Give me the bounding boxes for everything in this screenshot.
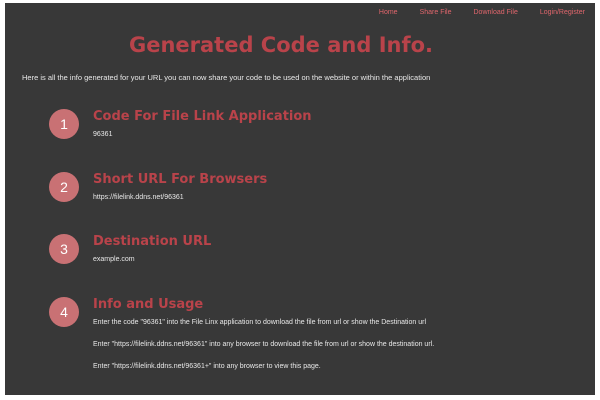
step-title: Code For File Link Application <box>93 109 312 124</box>
step-title: Info and Usage <box>93 297 204 312</box>
step-number-badge: 2 <box>49 172 79 202</box>
step-body: Info and Usage Enter the code "96361" in… <box>93 297 533 372</box>
top-nav: Home Share File Download File Login/Regi… <box>379 9 585 16</box>
usage-line-browser: Enter "https://filelink.ddns.net/96361" … <box>93 341 435 348</box>
step-body: Destination URL example.com <box>93 234 533 263</box>
short-url-value: https://filelink.ddns.net/96361 <box>93 194 184 201</box>
page-frame: Home Share File Download File Login/Regi… <box>5 3 595 395</box>
step-number-badge: 1 <box>49 109 79 139</box>
step-number-badge: 4 <box>49 297 79 327</box>
usage-line-view-page: Enter "https://filelink.ddns.net/96361+"… <box>93 363 321 370</box>
step-body: Short URL For Browsers https://filelink.… <box>93 172 533 201</box>
step-number-badge: 3 <box>49 234 79 264</box>
usage-line-app: Enter the code "96361" into the File Lin… <box>93 319 426 326</box>
step-title: Destination URL <box>93 234 212 249</box>
intro-text: Here is all the info generated for your … <box>22 73 431 82</box>
nav-share-file-link[interactable]: Share File <box>420 9 452 16</box>
file-code-value: 96361 <box>93 131 113 138</box>
step-title: Short URL For Browsers <box>93 172 268 187</box>
page-title: Generated Code and Info. <box>128 33 434 57</box>
nav-login-register-link[interactable]: Login/Register <box>540 9 585 16</box>
nav-home-link[interactable]: Home <box>379 9 398 16</box>
destination-url-value: example.com <box>93 256 135 263</box>
nav-download-file-link[interactable]: Download File <box>474 9 518 16</box>
step-body: Code For File Link Application 96361 <box>93 109 533 138</box>
